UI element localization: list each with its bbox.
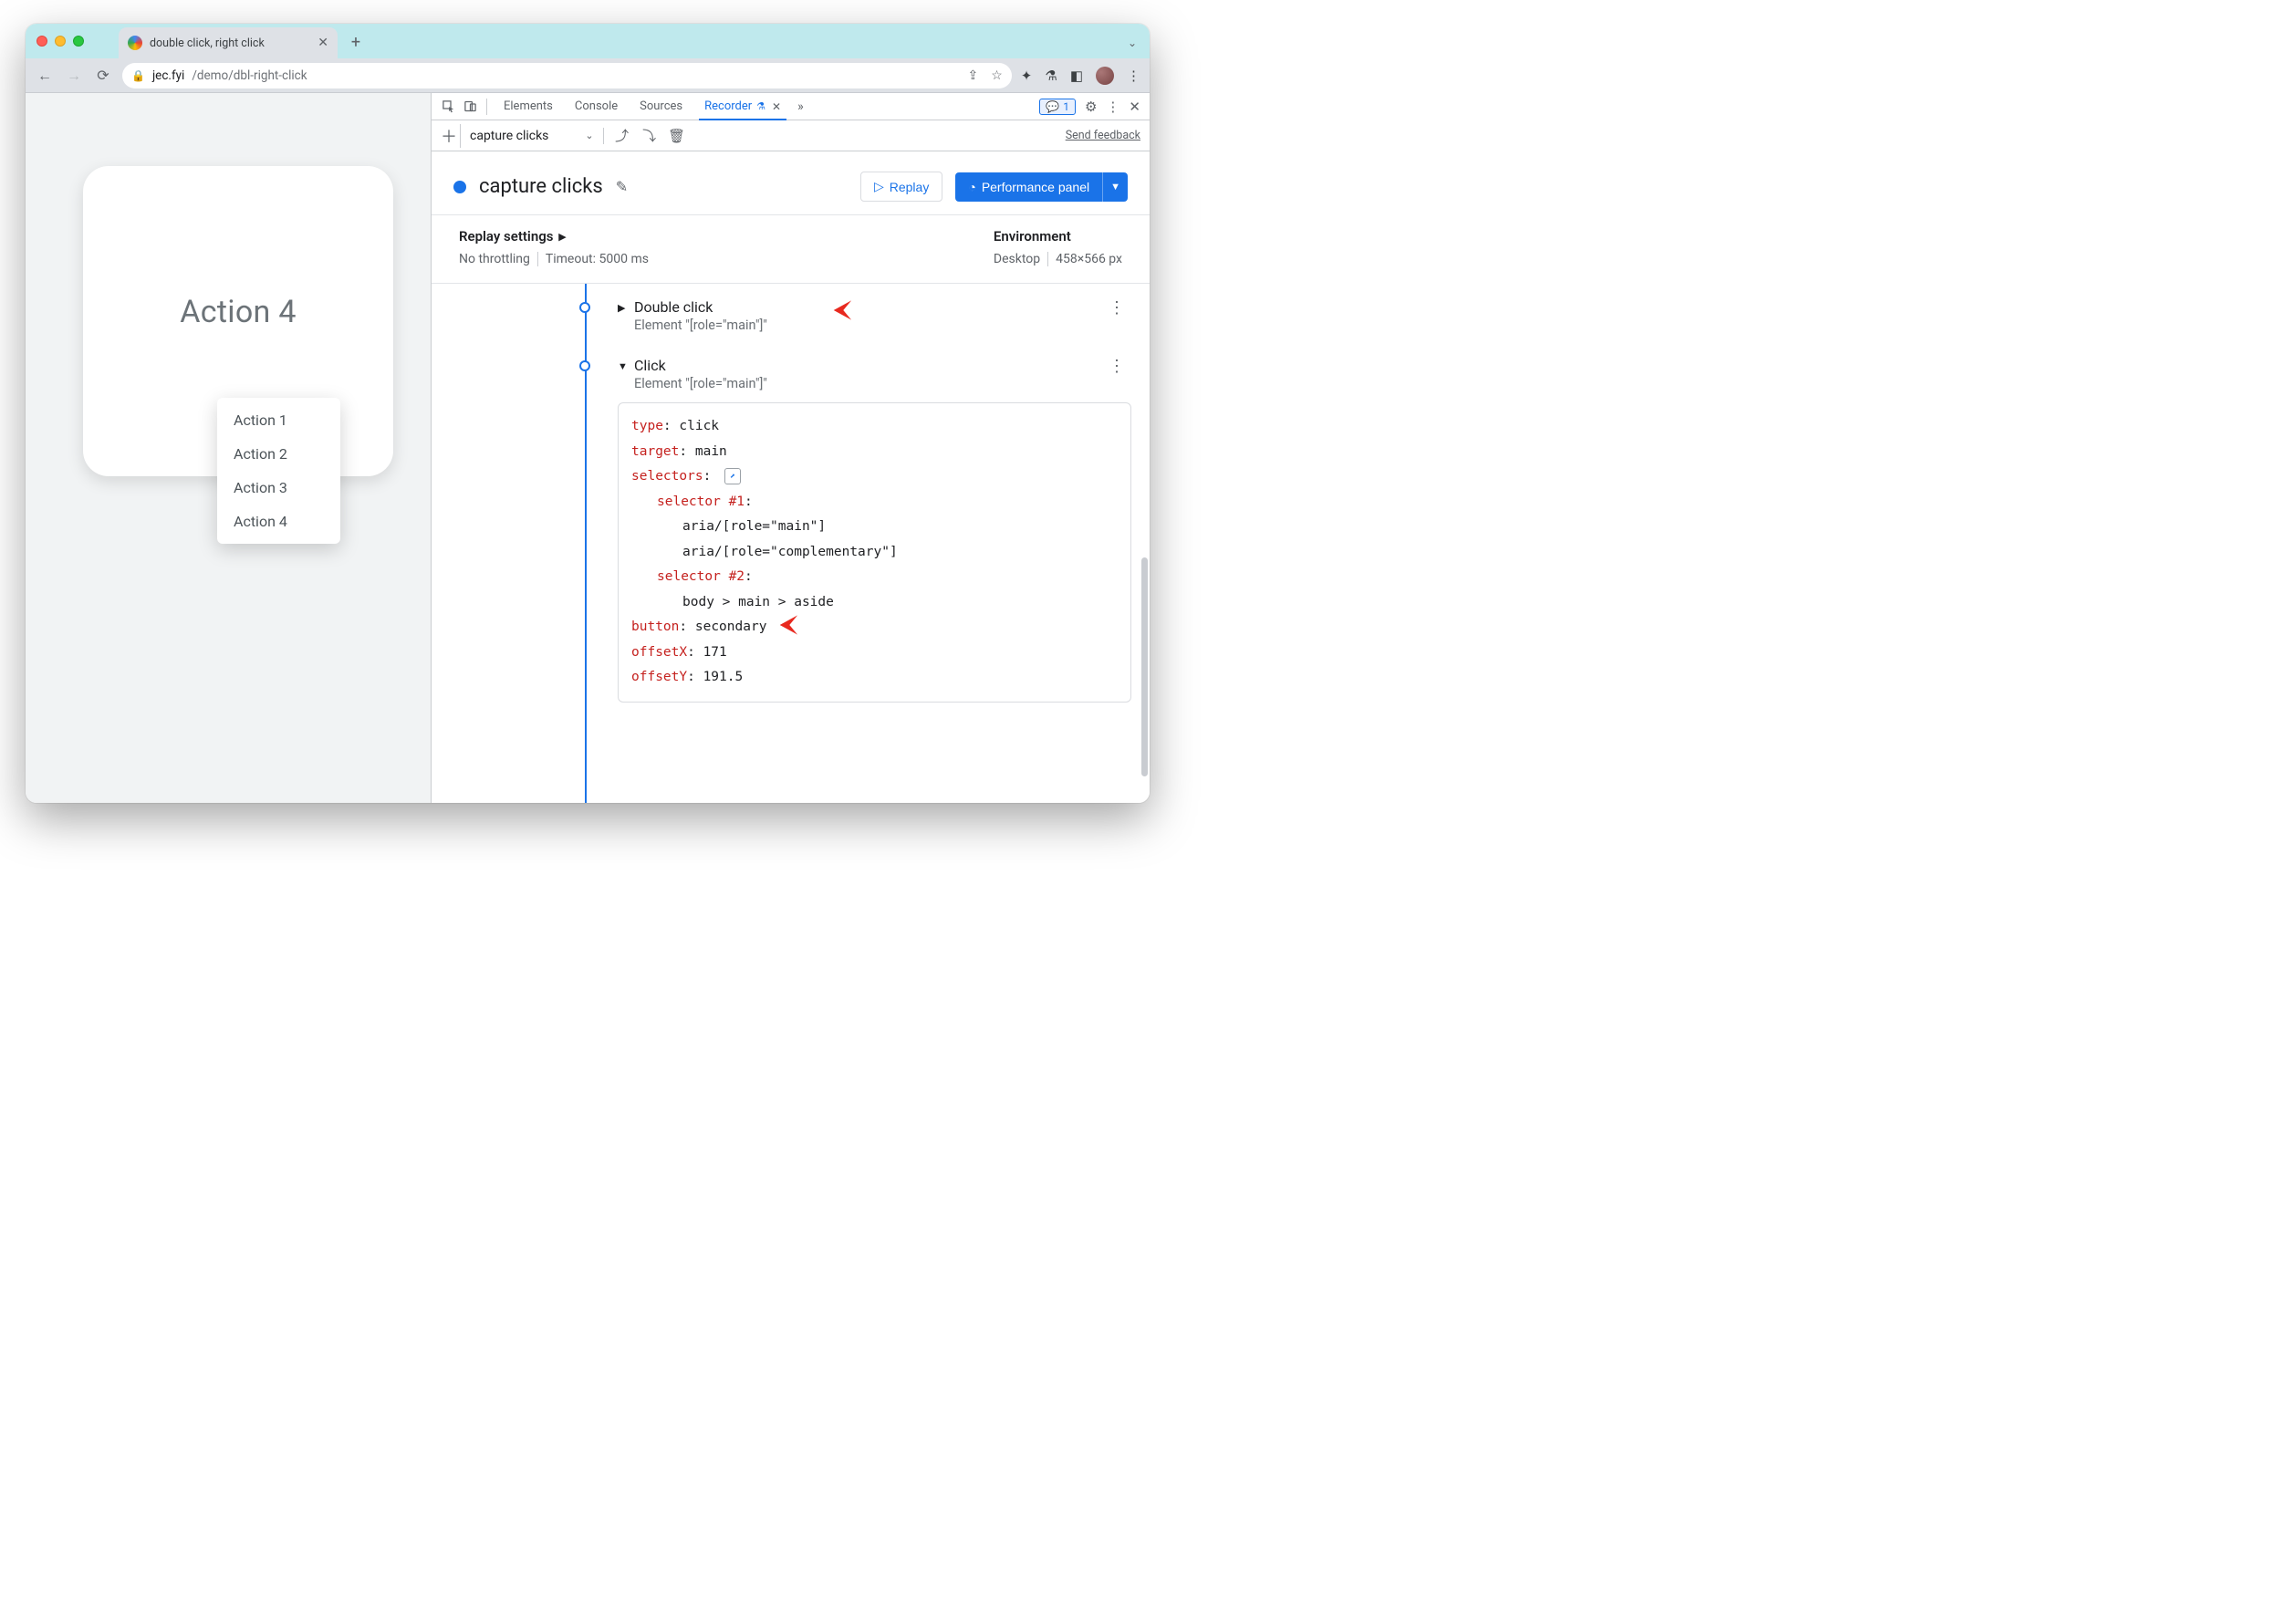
inspect-element-icon[interactable] <box>437 96 459 118</box>
demo-card-title: Action 4 <box>180 294 296 330</box>
context-menu: Action 1 Action 2 Action 3 Action 4 <box>217 398 340 544</box>
chevron-down-icon: ⌄ <box>585 130 593 141</box>
env-device: Desktop <box>994 252 1040 266</box>
step-subtitle: Element "[role="main"]" <box>634 376 767 391</box>
timeout-value: Timeout: 5000 ms <box>546 252 649 266</box>
address-bar[interactable]: 🔒 jec.fyi/demo/dbl-right-click ⇪ ☆ <box>122 63 1012 88</box>
import-icon[interactable]: ⤵ <box>640 126 659 145</box>
context-menu-item[interactable]: Action 4 <box>217 505 340 538</box>
share-icon[interactable]: ⇪ <box>967 68 978 83</box>
context-menu-item[interactable]: Action 2 <box>217 437 340 471</box>
more-tabs-button[interactable]: » <box>792 99 809 114</box>
context-menu-item[interactable]: Action 1 <box>217 403 340 437</box>
minimize-window-button[interactable] <box>55 36 66 47</box>
devtools-tabbar: Elements Console Sources Recorder ⚗ ✕ » … <box>432 93 1150 120</box>
tabs-overflow-button[interactable]: ⌄ <box>1128 36 1137 49</box>
browser-menu-button[interactable]: ⋮ <box>1127 68 1140 84</box>
tab-close-icon[interactable]: ✕ <box>772 100 781 113</box>
selector-picker-icon[interactable]: ⬈ <box>724 468 741 484</box>
device-toolbar-icon[interactable] <box>459 96 481 118</box>
extensions-icon[interactable]: ✦ <box>1021 68 1033 84</box>
play-icon: ▷ <box>874 179 884 194</box>
devtools-close-icon[interactable]: ✕ <box>1129 99 1140 115</box>
step-marker <box>579 360 590 371</box>
step-menu-button[interactable]: ⋮ <box>1109 298 1131 318</box>
issues-chip[interactable]: 💬 1 <box>1039 99 1076 115</box>
new-tab-button[interactable]: + <box>343 29 369 55</box>
tab-sources[interactable]: Sources <box>629 93 693 120</box>
devtools-menu-icon[interactable]: ⋮ <box>1106 99 1119 115</box>
recorder-toolbar: ＋ capture clicks ⌄ ⤴ ⤵ 🗑 Send feedback <box>432 120 1150 151</box>
step-title: Click <box>634 357 767 374</box>
settings-icon[interactable]: ⚙ <box>1085 99 1097 115</box>
recording-selector[interactable]: capture clicks ⌄ <box>470 129 594 143</box>
environment-label: Environment <box>994 228 1122 245</box>
edit-name-icon[interactable]: ✎ <box>616 178 628 195</box>
profile-avatar[interactable] <box>1096 67 1114 85</box>
url-domain: jec.fyi <box>152 68 184 83</box>
performance-panel-button[interactable]: ◔ Performance panel <box>955 172 1102 202</box>
side-panel-icon[interactable]: ◧ <box>1070 68 1083 84</box>
recording-name: capture clicks <box>479 175 603 198</box>
performance-panel-dropdown[interactable]: ▼ <box>1102 172 1128 202</box>
step-marker <box>579 302 590 313</box>
bookmark-icon[interactable]: ☆ <box>991 68 1003 83</box>
step-row[interactable]: Double click Element "[role="main"]" ⋮ <box>450 298 1131 333</box>
collapse-caret-icon[interactable] <box>618 360 627 372</box>
lock-icon: 🔒 <box>131 69 145 82</box>
page-viewport: Action 4 Action 1 Action 2 Action 3 Acti… <box>26 93 432 803</box>
recording-status-dot <box>453 181 466 193</box>
back-button[interactable]: ← <box>35 67 55 85</box>
devtools-panel: Elements Console Sources Recorder ⚗ ✕ » … <box>432 93 1150 803</box>
replay-settings-toggle[interactable]: Replay settings ▸ <box>459 228 649 245</box>
flask-icon: ⚗ <box>756 100 765 112</box>
maximize-window-button[interactable] <box>73 36 84 47</box>
chevron-right-icon: ▸ <box>558 228 566 245</box>
context-menu-item[interactable]: Action 3 <box>217 471 340 505</box>
new-recording-button[interactable]: ＋ <box>441 124 461 148</box>
tab-close-button[interactable]: ✕ <box>318 36 328 50</box>
tab-console[interactable]: Console <box>564 93 629 120</box>
scrollbar-thumb[interactable] <box>1141 557 1148 776</box>
tab-recorder[interactable]: Recorder ⚗ ✕ <box>693 93 792 120</box>
tab-title: double click, right click <box>150 36 265 50</box>
browser-toolbar: ← → ⟳ 🔒 jec.fyi/demo/dbl-right-click ⇪ ☆… <box>26 58 1150 93</box>
browser-tab[interactable]: double click, right click ✕ <box>119 27 338 58</box>
chat-icon: 💬 <box>1046 100 1059 113</box>
recording-header: capture clicks ✎ ▷ Replay ◔ Performance … <box>432 151 1150 215</box>
step-title: Double click <box>634 298 767 316</box>
step-details-box: type: click target: main selectors: ⬈ se… <box>618 402 1131 703</box>
browser-tabbar: double click, right click ✕ + ⌄ <box>26 24 1150 58</box>
replay-button[interactable]: ▷ Replay <box>860 172 942 202</box>
throttling-value: No throttling <box>459 252 530 266</box>
step-menu-button[interactable]: ⋮ <box>1109 357 1131 376</box>
recording-settings: Replay settings ▸ No throttling Timeout:… <box>432 215 1150 284</box>
env-viewport: 458×566 px <box>1056 252 1122 266</box>
reload-button[interactable]: ⟳ <box>93 67 113 84</box>
export-icon[interactable]: ⤴ <box>613 126 631 145</box>
recording-steps: Double click Element "[role="main"]" ⋮ <box>432 284 1150 803</box>
delete-icon[interactable]: 🗑 <box>668 128 686 144</box>
gauge-icon: ◔ <box>968 180 975 194</box>
window-controls <box>36 36 84 47</box>
step-row[interactable]: Click Element "[role="main"]" ⋮ type: cl… <box>450 357 1131 703</box>
step-subtitle: Element "[role="main"]" <box>634 318 767 333</box>
labs-icon[interactable]: ⚗ <box>1045 68 1057 84</box>
forward-button[interactable]: → <box>64 67 84 85</box>
close-window-button[interactable] <box>36 36 47 47</box>
send-feedback-link[interactable]: Send feedback <box>1066 129 1140 142</box>
expand-caret-icon[interactable] <box>618 302 627 314</box>
annotation-arrow <box>777 611 819 639</box>
favicon-icon <box>128 36 142 50</box>
url-path: /demo/dbl-right-click <box>192 68 307 83</box>
tab-elements[interactable]: Elements <box>493 93 564 120</box>
